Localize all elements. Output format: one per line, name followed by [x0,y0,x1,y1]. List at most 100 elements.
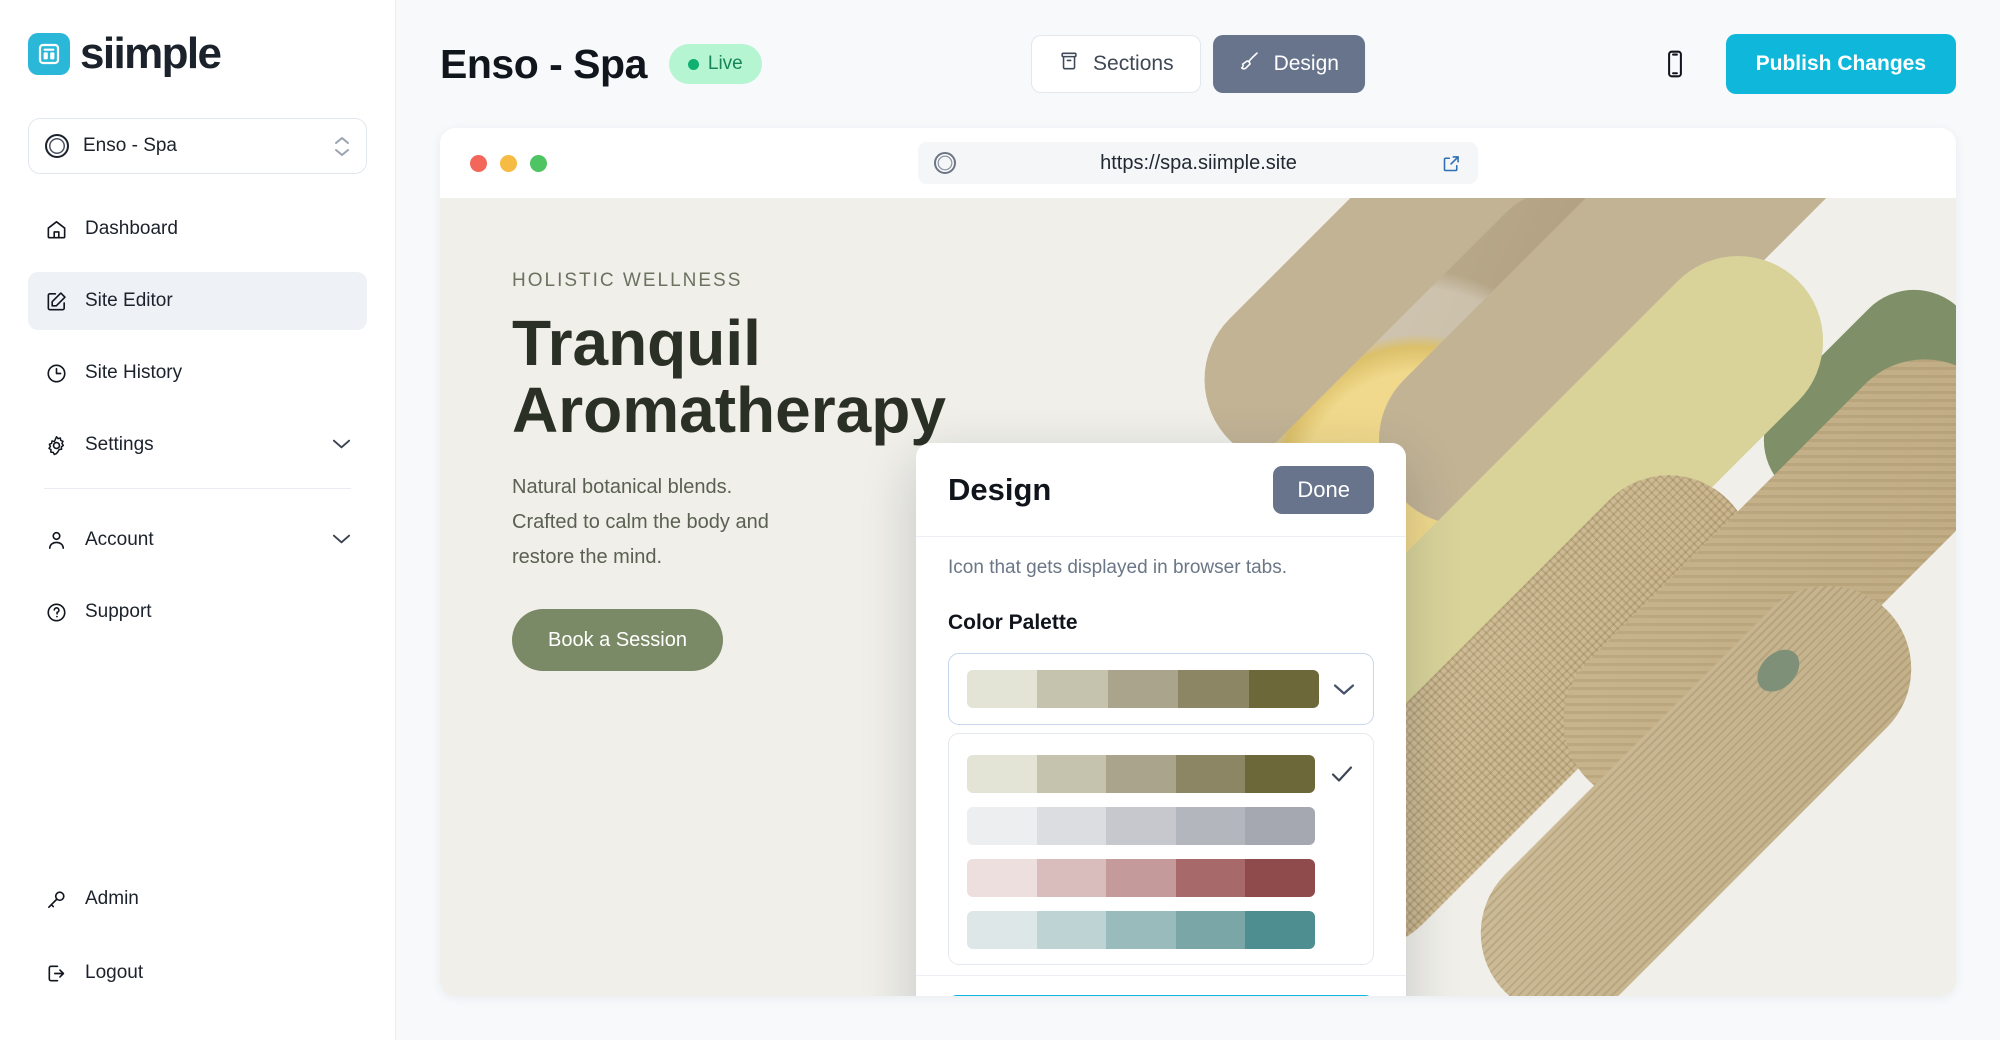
palette-swatch [1036,911,1107,949]
palette-swatch-row [967,755,1315,793]
sidebar-divider [44,488,351,489]
save-changes-button[interactable]: Save Changes [948,994,1374,996]
palette-option-rose[interactable] [949,852,1373,904]
check-icon [1329,764,1355,784]
palette-swatch [967,911,1037,949]
sidebar-item-site-history[interactable]: Site History [28,344,367,402]
sidebar-item-admin[interactable]: Admin [28,870,367,928]
status-badge: Live [668,44,762,84]
tab-label: Sections [1093,52,1174,75]
palette-option-teal[interactable] [949,904,1373,956]
palette-swatch [1245,755,1315,793]
traffic-lights [470,154,547,172]
chevron-down-icon [1333,683,1355,696]
sidebar-footer-nav: Admin Logout [0,870,395,1018]
selected-palette-preview [967,670,1319,708]
brand-wordmark: siimple [80,29,222,78]
chevron-down-icon [332,529,351,551]
palette-swatch [1036,859,1107,897]
palette-swatch-row [967,911,1315,949]
mobile-phone-icon[interactable] [1658,47,1692,81]
palette-swatch [967,670,1038,708]
gear-icon [44,433,68,457]
tab-label: Design [1273,52,1339,75]
toolbar-right: Publish Changes [1658,34,1956,94]
browser-mock: https://spa.siimple.site HOLISTIC WELLNE… [440,128,1956,996]
palette-swatch [1245,911,1315,949]
archive-box-icon [1058,50,1080,78]
sidebar-nav: Dashboard Site Editor Site History Setti… [0,200,395,655]
home-icon [44,217,68,241]
url-text: https://spa.siimple.site [1100,151,1297,174]
modal-body: Icon that gets displayed in browser tabs… [916,537,1406,975]
sidebar-item-account[interactable]: Account [28,511,367,569]
palette-swatch [967,859,1037,897]
tab-sections[interactable]: Sections [1031,35,1201,93]
brand-logo[interactable]: siimple [0,0,395,86]
sidebar-item-settings[interactable]: Settings [28,416,367,474]
design-modal: Design Done Icon that gets displayed in … [916,443,1406,996]
palette-swatch [967,755,1037,793]
palette-swatch [1178,670,1249,708]
paintbrush-icon [1239,50,1261,78]
tab-design[interactable]: Design [1212,35,1365,93]
sidebar-item-support[interactable]: Support [28,583,367,641]
sidebar-item-label: Site Editor [85,290,173,311]
color-palette-select[interactable] [948,653,1374,725]
external-link-icon[interactable] [1441,153,1462,174]
palette-swatch [967,807,1037,845]
app-root: siimple Enso - Spa Dashboard Site Editor… [0,0,2000,1040]
sidebar-item-label: Logout [85,962,144,983]
browser-chrome: https://spa.siimple.site [440,128,1956,198]
close-window-dot-icon[interactable] [470,154,487,172]
palette-swatch [1106,911,1176,949]
minimize-window-dot-icon[interactable] [500,154,517,172]
url-bar[interactable]: https://spa.siimple.site [918,142,1478,184]
publish-changes-button[interactable]: Publish Changes [1725,34,1956,94]
top-toolbar: Enso - Spa Live Sections Design Publish … [396,0,2000,128]
done-button[interactable]: Done [1273,465,1374,514]
sidebar-item-label: Support [85,601,152,622]
palette-swatch [1245,807,1315,845]
status-badge-label: Live [707,53,743,74]
sidebar-item-logout[interactable]: Logout [28,944,367,1002]
status-dot-icon [687,58,699,70]
palette-swatch-row [967,859,1315,897]
palette-swatch-row [967,807,1315,845]
modal-title: Design [948,471,1052,507]
key-icon [44,887,68,911]
logout-icon [44,961,68,985]
question-circle-icon [44,600,68,624]
palette-swatch [1036,807,1107,845]
site-selector[interactable]: Enso - Spa [28,118,367,174]
pencil-square-icon [44,289,68,313]
page-title: Enso - Spa [440,40,647,87]
color-palette-label: Color Palette [948,611,1078,634]
maximize-window-dot-icon[interactable] [530,154,547,172]
enso-ring-icon [45,134,69,158]
palette-swatch [1106,755,1176,793]
chevron-down-icon [332,434,351,456]
sidebar-item-site-editor[interactable]: Site Editor [28,272,367,330]
palette-option-slate[interactable] [949,800,1373,852]
palette-swatch [1175,911,1246,949]
sidebar-item-label: Site History [85,362,183,383]
palette-swatch [1175,807,1246,845]
favicon-hint-text: Icon that gets displayed in browser tabs… [948,557,1288,578]
preview-container: https://spa.siimple.site HOLISTIC WELLNE… [396,128,2000,1040]
palette-swatch [1245,859,1315,897]
site-preview-canvas: HOLISTIC WELLNESS Tranquil Aromatherapy … [440,198,1956,996]
palette-swatch [1248,670,1319,708]
sidebar-item-dashboard[interactable]: Dashboard [28,200,367,258]
chevron-updown-icon [334,136,350,157]
siimple-logo-icon [28,33,70,75]
palette-option-olive[interactable] [949,748,1373,800]
main-area: Enso - Spa Live Sections Design Publish … [396,0,2000,1040]
palette-swatch [1036,755,1107,793]
color-palette-dropdown[interactable] [948,733,1374,965]
sidebar-item-label: Account [85,529,154,550]
palette-swatch [1175,859,1246,897]
modal-header: Design Done [916,443,1406,537]
clock-icon [44,361,68,385]
palette-swatch [1175,755,1246,793]
